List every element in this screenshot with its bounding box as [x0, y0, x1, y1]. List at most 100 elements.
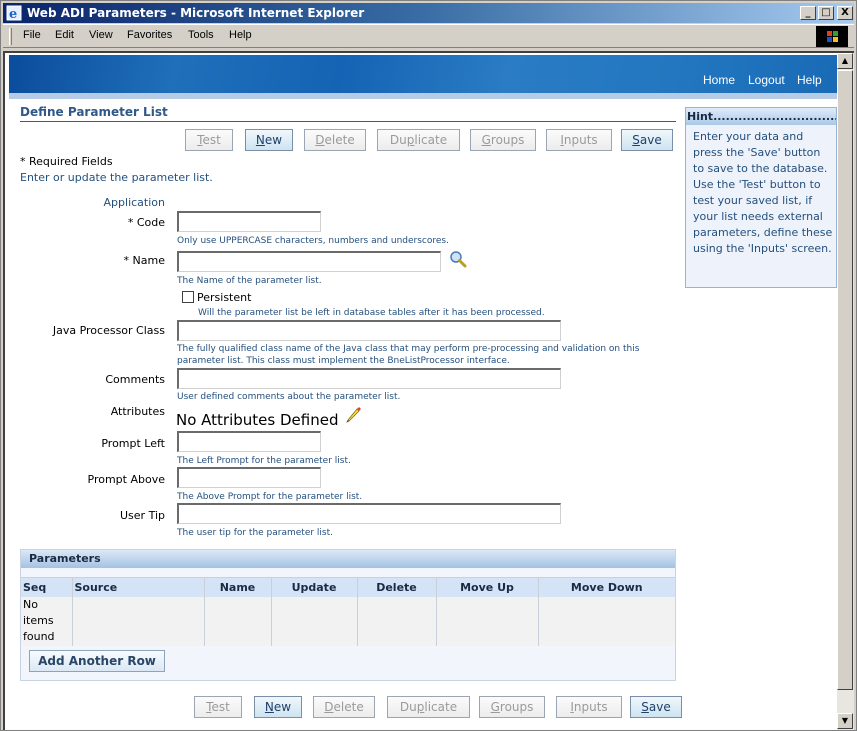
table-cell	[436, 596, 539, 646]
table-header-row: Seq Source Name Update Delete Move Up Mo…	[21, 577, 675, 597]
search-lov-icon[interactable]	[449, 250, 467, 268]
user-tip-input[interactable]	[177, 503, 561, 524]
menu-help[interactable]: Help	[229, 29, 252, 41]
maximize-button[interactable]: □	[818, 6, 834, 20]
parameters-header: Parameters	[21, 550, 675, 568]
hint-box: Hint................................. En…	[685, 107, 837, 288]
required-fields-note: * Required Fields	[20, 155, 113, 168]
groups-button[interactable]: Groups	[479, 696, 545, 718]
prompt-above-label: Prompt Above	[87, 473, 165, 486]
table-cell	[357, 596, 437, 646]
scroll-down-button[interactable]: ▼	[837, 713, 853, 729]
table-cell	[538, 596, 675, 646]
table-row: No items found	[21, 596, 675, 646]
column-header-move-down: Move Down	[538, 577, 675, 597]
prompt-left-tip: The Left Prompt for the parameter list.	[177, 456, 351, 466]
prompt-above-tip: The Above Prompt for the parameter list.	[177, 492, 363, 502]
column-header-move-up: Move Up	[436, 577, 539, 597]
column-header-update: Update	[271, 577, 358, 597]
delete-button[interactable]: Delete	[313, 696, 375, 718]
persistent-tip: Will the parameter list be left in datab…	[198, 308, 545, 318]
svg-text:e: e	[9, 7, 17, 21]
inputs-button[interactable]: Inputs	[556, 696, 622, 718]
comments-tip: User defined comments about the paramete…	[177, 392, 401, 402]
column-header-name[interactable]: Name	[204, 577, 272, 597]
internet-explorer-icon: e	[6, 5, 22, 21]
browser-window: e Web ADI Parameters - Microsoft Interne…	[0, 0, 857, 731]
add-another-row-button[interactable]: Add Another Row	[29, 650, 165, 672]
table-cell	[72, 596, 205, 646]
window-title: Web ADI Parameters - Microsoft Internet …	[27, 6, 365, 20]
comments-label: Comments	[105, 373, 165, 386]
page-viewport: Home Logout Help Define Parameter List T…	[3, 51, 837, 730]
java-processor-class-tip-line2: parameter list. This class must implemen…	[177, 356, 510, 366]
java-processor-class-tip-line1: The fully qualified class name of the Ja…	[177, 344, 640, 354]
persistent-label: Persistent	[197, 291, 252, 304]
empty-message-line: items	[23, 613, 54, 627]
new-button[interactable]: New	[245, 129, 293, 151]
application-label: Application	[103, 196, 165, 209]
menu-favorites[interactable]: Favorites	[127, 29, 172, 41]
column-header-delete: Delete	[357, 577, 437, 597]
logout-link[interactable]: Logout	[748, 73, 785, 87]
user-tip-label: User Tip	[120, 509, 165, 522]
column-header-source[interactable]: Source	[72, 577, 205, 597]
groups-button[interactable]: Groups	[470, 129, 536, 151]
attributes-value: No Attributes Defined	[176, 411, 339, 429]
page-title: Define Parameter List	[20, 105, 168, 119]
menu-file[interactable]: File	[23, 29, 41, 41]
menu-edit[interactable]: Edit	[55, 29, 74, 41]
code-label: * Code	[127, 216, 165, 229]
scroll-thumb[interactable]	[837, 70, 853, 690]
persistent-checkbox[interactable]	[182, 291, 194, 303]
empty-message-line: found	[23, 629, 55, 643]
delete-button[interactable]: Delete	[304, 129, 366, 151]
test-button[interactable]: Test	[185, 129, 233, 151]
empty-message: No items found	[21, 596, 73, 646]
name-input[interactable]	[177, 251, 441, 272]
prompt-above-input[interactable]	[177, 467, 321, 488]
name-label: * Name	[123, 254, 165, 267]
table-cell	[271, 596, 358, 646]
comments-input[interactable]	[177, 368, 561, 389]
edit-pencil-icon[interactable]	[345, 405, 363, 423]
header-banner: Home Logout Help	[9, 55, 837, 93]
menu-bar: File Edit View Favorites Tools Help	[3, 24, 854, 48]
banner-strip	[9, 93, 837, 99]
code-tip: Only use UPPERCASE characters, numbers a…	[177, 236, 449, 246]
name-tip: The Name of the parameter list.	[177, 276, 322, 286]
java-processor-class-input[interactable]	[177, 320, 561, 341]
duplicate-button[interactable]: Duplicate	[377, 129, 460, 151]
home-link[interactable]: Home	[703, 73, 735, 87]
table-cell	[204, 596, 272, 646]
test-button[interactable]: Test	[194, 696, 242, 718]
code-input[interactable]	[177, 211, 321, 232]
parameters-section: Parameters Seq Source Name Update Delete…	[20, 549, 676, 681]
user-tip-tip: The user tip for the parameter list.	[177, 528, 334, 538]
column-header-seq[interactable]: Seq	[21, 577, 73, 597]
minimize-button[interactable]: _	[800, 6, 816, 20]
page-instructions: Enter or update the parameter list.	[20, 171, 213, 184]
close-button[interactable]: X	[837, 6, 853, 20]
toolbar-grip[interactable]	[9, 28, 12, 45]
hint-text: Enter your data and press the 'Save' but…	[693, 130, 833, 255]
prompt-left-input[interactable]	[177, 431, 321, 452]
save-button[interactable]: Save	[621, 129, 673, 151]
help-link[interactable]: Help	[797, 73, 822, 87]
parameters-table: Seq Source Name Update Delete Move Up Mo…	[21, 577, 675, 646]
hint-title: Hint.................................	[686, 108, 836, 125]
save-button[interactable]: Save	[630, 696, 682, 718]
vertical-scrollbar[interactable]: ▲ ▼	[837, 51, 854, 730]
inputs-button[interactable]: Inputs	[546, 129, 612, 151]
new-button[interactable]: New	[254, 696, 302, 718]
menu-tools[interactable]: Tools	[188, 29, 214, 41]
attributes-label: Attributes	[110, 405, 165, 418]
duplicate-button[interactable]: Duplicate	[387, 696, 470, 718]
prompt-left-label: Prompt Left	[101, 437, 165, 450]
java-processor-class-label: Java Processor Class	[52, 324, 165, 337]
windows-logo-icon	[816, 26, 848, 47]
title-divider	[20, 121, 676, 122]
menu-view[interactable]: View	[89, 29, 113, 41]
empty-message-line: No	[23, 597, 38, 611]
scroll-up-button[interactable]: ▲	[837, 53, 853, 69]
